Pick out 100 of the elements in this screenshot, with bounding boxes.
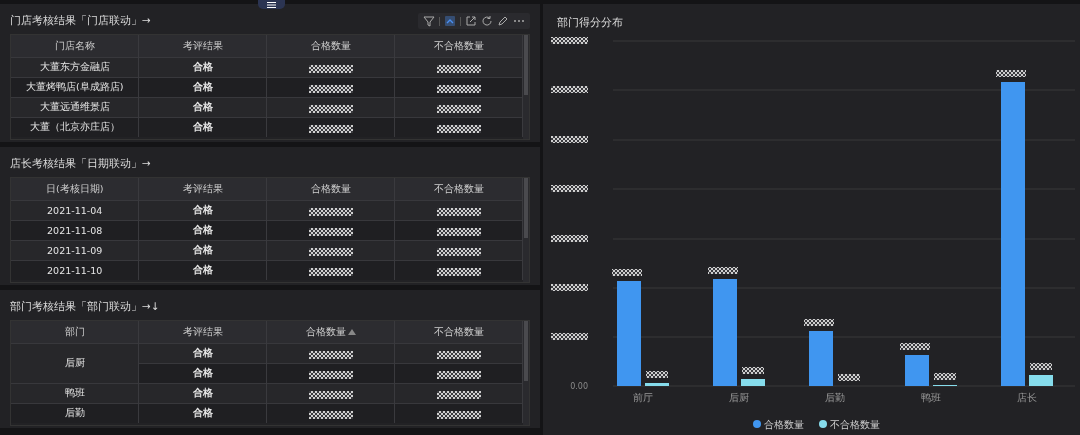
- category-label: 后厨: [729, 392, 749, 403]
- column-header[interactable]: 考评结果: [138, 321, 267, 344]
- export-icon[interactable]: [465, 15, 477, 27]
- pixelated-value: [436, 267, 481, 276]
- table-cell: 2021-11-09: [11, 240, 139, 261]
- table-cell: 大董（北京亦庄店）: [11, 117, 139, 137]
- pixelated-value: [308, 410, 353, 419]
- pixelated-value: [436, 350, 481, 359]
- table-cell: 大董烤鸭店(阜成路店): [11, 77, 139, 98]
- table-cell: 鸭班: [11, 383, 139, 404]
- table-cell: 合格: [138, 200, 267, 221]
- column-header[interactable]: 考评结果: [138, 178, 267, 201]
- pixelated-value: [436, 227, 481, 236]
- panel-title: 门店考核结果「门店联动」→: [10, 14, 151, 28]
- table-cell: 合格: [138, 403, 267, 423]
- pixelated-value: [308, 104, 353, 113]
- bar[interactable]: [617, 281, 641, 386]
- column-header[interactable]: 考评结果: [138, 35, 267, 58]
- column-header[interactable]: 日(考核日期): [11, 178, 139, 201]
- table-cell: 合格: [138, 240, 267, 261]
- pixelated-value-label: [742, 367, 764, 374]
- refresh-icon[interactable]: [481, 15, 493, 27]
- column-header[interactable]: 不合格数量: [394, 321, 523, 344]
- category-label: 前厅: [633, 392, 653, 403]
- scrollbar[interactable]: [523, 35, 529, 139]
- panel-title: 部门考核结果「部门联动」→↓: [10, 300, 160, 314]
- bar[interactable]: [713, 279, 737, 386]
- table-cell: 后厨: [11, 343, 139, 384]
- pixelated-value: [308, 227, 353, 236]
- table-cell: 大董东方金融店: [11, 57, 139, 78]
- pixelated-tick-label: [551, 333, 588, 340]
- table-cell: 2021-11-10: [11, 260, 139, 280]
- pixelated-tick-label: [551, 235, 588, 242]
- column-header[interactable]: 合格数量: [266, 35, 395, 58]
- pixelated-value-label: [646, 371, 668, 378]
- pixelated-value: [308, 64, 353, 73]
- edit-icon[interactable]: [497, 15, 509, 27]
- pixelated-value-label: [612, 269, 642, 276]
- table-cell: 大董远通维景店: [11, 97, 139, 118]
- pixelated-value: [308, 124, 353, 133]
- pixelated-value: [436, 64, 481, 73]
- scrollbar[interactable]: [523, 178, 529, 282]
- column-header[interactable]: 不合格数量: [394, 35, 523, 58]
- table-cell: 合格: [138, 77, 267, 98]
- pixelated-value-label: [996, 70, 1026, 77]
- pixelated-value: [308, 370, 353, 379]
- column-header[interactable]: 门店名称: [11, 35, 139, 58]
- pixelated-value-label: [934, 373, 956, 380]
- axis-tick-label: 0.00: [570, 382, 588, 391]
- pixelated-value-label: [708, 267, 738, 274]
- bar[interactable]: [905, 355, 929, 386]
- table-cell: 合格: [138, 220, 267, 241]
- category-label: 鸭班: [921, 392, 941, 403]
- column-header[interactable]: 合格数量: [266, 178, 395, 201]
- table-cell: 2021-11-04: [11, 200, 139, 221]
- drag-handle[interactable]: [258, 0, 285, 9]
- pixelated-value: [308, 267, 353, 276]
- pixelated-tick-label: [551, 136, 588, 143]
- pixelated-value: [436, 104, 481, 113]
- pixelated-value: [308, 84, 353, 93]
- bar[interactable]: [645, 383, 669, 386]
- pixelated-value: [436, 370, 481, 379]
- legend-label[interactable]: 合格数量: [764, 419, 804, 430]
- table-cell: 合格: [138, 260, 267, 280]
- filter-icon[interactable]: [423, 15, 435, 27]
- bar[interactable]: [741, 379, 765, 386]
- bar[interactable]: [1001, 82, 1025, 386]
- table-cell: 2021-11-08: [11, 220, 139, 241]
- table-cell: 合格: [138, 363, 267, 384]
- pixelated-value: [436, 410, 481, 419]
- column-header[interactable]: 不合格数量: [394, 178, 523, 201]
- category-label: 后勤: [825, 392, 845, 403]
- bar[interactable]: [1029, 375, 1053, 386]
- pixelated-tick-label: [551, 86, 588, 93]
- table-cell: 合格: [138, 57, 267, 78]
- column-header[interactable]: 合格数量: [266, 321, 395, 344]
- pixelated-value-label: [804, 319, 834, 326]
- pixelated-tick-label: [551, 185, 588, 192]
- column-header[interactable]: 部门: [11, 321, 139, 344]
- scrollbar[interactable]: [523, 321, 529, 425]
- bar[interactable]: [809, 331, 833, 386]
- table-cell: 合格: [138, 117, 267, 137]
- pixelated-value: [436, 390, 481, 399]
- pixelated-value-label: [900, 343, 930, 350]
- category-label: 店长: [1017, 392, 1037, 403]
- pixelated-value: [436, 84, 481, 93]
- pixelated-value-label: [838, 374, 860, 381]
- pixelated-value: [436, 124, 481, 133]
- table-cell: 合格: [138, 383, 267, 404]
- pixelated-value: [308, 350, 353, 359]
- pixelated-value: [308, 390, 353, 399]
- panel-title: 店长考核结果「日期联动」→: [10, 157, 151, 171]
- pixelated-tick-label: [551, 284, 588, 291]
- menu-icon: [267, 1, 276, 8]
- table-cell: 合格: [138, 97, 267, 118]
- pixelated-value: [308, 207, 353, 216]
- pixelated-value: [436, 207, 481, 216]
- table-cell: 后勤: [11, 403, 139, 423]
- table-cell: 合格: [138, 343, 267, 364]
- legend-label[interactable]: 不合格数量: [830, 419, 880, 430]
